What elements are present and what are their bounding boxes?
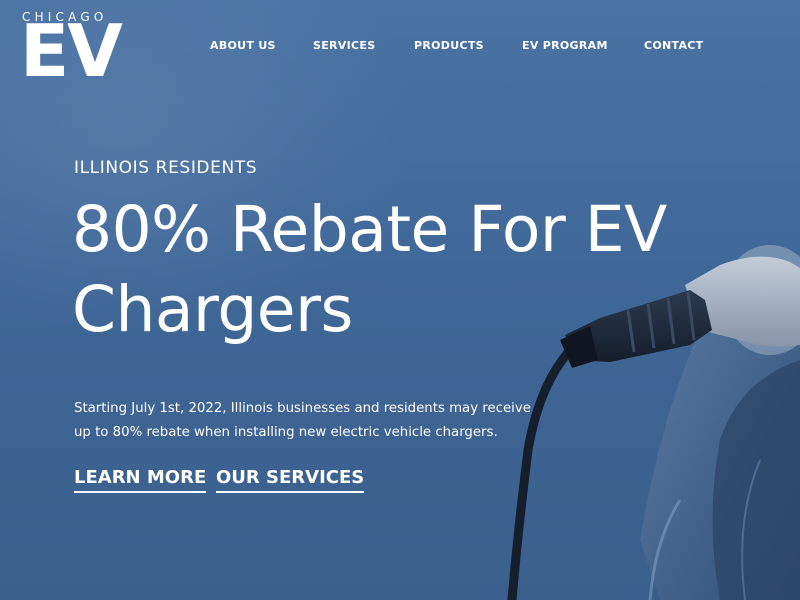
nav-item-ev-program[interactable]: EV PROGRAM	[522, 38, 608, 54]
hero-headline-line-1: 80% Rebate For EV	[72, 193, 667, 266]
hero-description-line-2: up to 80% rebate when installing new ele…	[74, 425, 498, 440]
main-nav: ABOUT US SERVICES PRODUCTS EV PROGRAM CO…	[0, 38, 800, 56]
hero-headline: 80% Rebate For EV Chargers	[72, 190, 792, 350]
hero-headline-line-2: Chargers	[72, 273, 353, 346]
nav-item-products[interactable]: PRODUCTS	[414, 38, 484, 54]
learn-more-link[interactable]: LEARN MORE	[74, 466, 207, 493]
our-services-link[interactable]: OUR SERVICES	[216, 466, 365, 493]
nav-item-about-us[interactable]: ABOUT US	[210, 38, 276, 54]
nav-item-contact[interactable]: CONTACT	[644, 38, 703, 54]
hero-eyebrow: ILLINOIS RESIDENTS	[74, 158, 258, 178]
hero-section: CHICAGO EV ABOUT US SERVICES PRODUCTS EV…	[0, 0, 800, 600]
hero-description-line-1: Starting July 1st, 2022, Illinois busine…	[74, 401, 531, 416]
hero-description: Starting July 1st, 2022, Illinois busine…	[74, 397, 574, 445]
nav-item-services[interactable]: SERVICES	[313, 38, 375, 54]
